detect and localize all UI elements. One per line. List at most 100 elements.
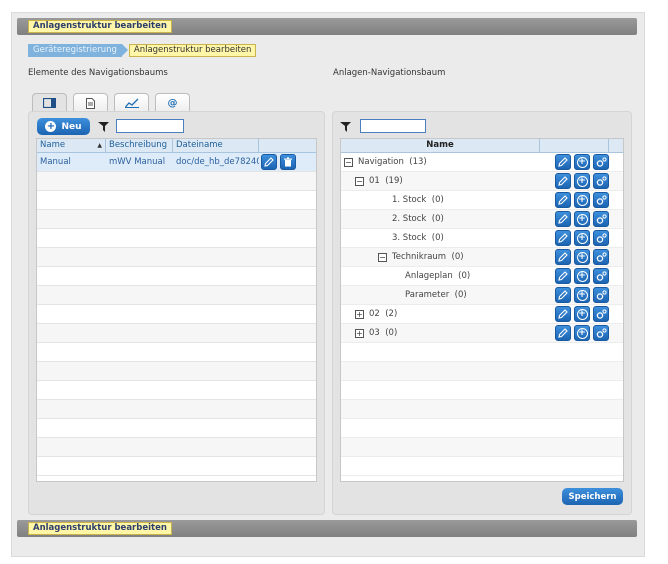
tree-node-actions: +: [555, 268, 609, 284]
table-header: Name ▲ Beschreibung Dateiname: [37, 139, 316, 153]
settings-icon[interactable]: [593, 325, 609, 341]
tree-node-actions: +: [555, 154, 609, 170]
add-icon[interactable]: +: [574, 173, 590, 189]
settings-icon[interactable]: [593, 154, 609, 170]
column-header-description[interactable]: Beschreibung: [106, 139, 173, 152]
tree-node-label: 02: [369, 309, 380, 319]
edit-icon[interactable]: [555, 249, 571, 265]
tab-document[interactable]: [73, 93, 108, 112]
empty-table-row: [37, 229, 316, 248]
empty-table-row: [37, 191, 316, 210]
footer-bar: Anlagenstruktur bearbeiten: [17, 520, 637, 537]
table-row[interactable]: Manual mWV Manual doc/de_hb_de782402: [37, 153, 316, 172]
plus-icon: +: [45, 121, 57, 132]
breadcrumb-item-registration[interactable]: Geräteregistrierung: [28, 44, 128, 57]
tree-node-label: 01: [369, 176, 380, 186]
edit-icon[interactable]: [555, 268, 571, 284]
settings-icon[interactable]: [593, 249, 609, 265]
elements-table: Name ▲ Beschreibung Dateiname Manual mWV …: [36, 138, 317, 482]
tree-node-actions: +: [555, 192, 609, 208]
empty-table-row: [37, 267, 316, 286]
tree-node[interactable]: Parameter (0) +: [341, 286, 623, 305]
sort-asc-icon: ▲: [97, 142, 102, 149]
edit-icon[interactable]: [555, 154, 571, 170]
tree-node-actions: +: [555, 230, 609, 246]
column-header-filename[interactable]: Dateiname: [173, 139, 259, 152]
save-button[interactable]: Speichern: [562, 488, 623, 505]
filter-icon[interactable]: [98, 121, 110, 133]
page-title: Anlagenstruktur bearbeiten: [28, 20, 172, 33]
column-header-tree-actions: [540, 139, 609, 152]
document-icon: [86, 97, 95, 109]
edit-icon[interactable]: [555, 192, 571, 208]
left-filter-input[interactable]: [116, 119, 184, 133]
new-button[interactable]: + Neu: [37, 118, 90, 135]
settings-icon[interactable]: [593, 268, 609, 284]
tree-node-label: 03: [369, 328, 380, 338]
edit-icon[interactable]: [261, 154, 277, 170]
edit-icon[interactable]: [555, 211, 571, 227]
add-icon[interactable]: +: [574, 306, 590, 322]
tree-node-actions: +: [555, 211, 609, 227]
settings-icon[interactable]: [593, 173, 609, 189]
add-icon[interactable]: +: [574, 192, 590, 208]
empty-table-row: [37, 324, 316, 343]
collapse-icon[interactable]: −: [344, 157, 353, 167]
column-header-tree-name[interactable]: Name: [341, 139, 540, 152]
tree-node[interactable]: +03 (0) +: [341, 324, 623, 343]
collapse-icon[interactable]: −: [378, 252, 387, 262]
tree-node-label: Technikraum: [392, 252, 447, 262]
add-icon[interactable]: +: [574, 249, 590, 265]
add-icon[interactable]: +: [574, 287, 590, 303]
add-icon[interactable]: +: [574, 230, 590, 246]
edit-icon[interactable]: [555, 287, 571, 303]
tree-node-count: (13): [409, 157, 427, 167]
tree-node-count: (0): [385, 328, 398, 338]
empty-table-row: [37, 286, 316, 305]
add-icon[interactable]: +: [574, 211, 590, 227]
settings-icon[interactable]: [593, 287, 609, 303]
empty-table-row: [37, 457, 316, 476]
cell-name: Manual: [40, 157, 71, 167]
tree-node[interactable]: 1. Stock (0) +: [341, 191, 623, 210]
settings-icon[interactable]: [593, 211, 609, 227]
add-icon[interactable]: +: [574, 154, 590, 170]
empty-table-row: [37, 248, 316, 267]
tree-node-count: (0): [451, 252, 464, 262]
settings-icon[interactable]: [593, 306, 609, 322]
edit-icon[interactable]: [555, 173, 571, 189]
tree-node[interactable]: − Navigation (13) +: [341, 153, 623, 172]
tree-node[interactable]: −01 (19) +: [341, 172, 623, 191]
expand-icon[interactable]: +: [355, 309, 364, 319]
tab-panel[interactable]: [32, 93, 67, 112]
filter-icon[interactable]: [340, 121, 352, 133]
expand-icon[interactable]: +: [355, 328, 364, 338]
tree-node-actions: +: [555, 173, 609, 189]
tree-node[interactable]: 2. Stock (0) +: [341, 210, 623, 229]
tree-node-count: (2): [385, 309, 398, 319]
tree-node[interactable]: − Technikraum (0) +: [341, 248, 623, 267]
empty-table-row: [37, 305, 316, 324]
empty-table-row: [37, 419, 316, 438]
tree-node-count: (0): [431, 233, 444, 243]
settings-icon[interactable]: [593, 192, 609, 208]
tree-node-actions: +: [555, 306, 609, 322]
collapse-icon[interactable]: −: [355, 176, 364, 186]
delete-icon[interactable]: [280, 154, 296, 170]
tab-chart[interactable]: [114, 93, 149, 112]
tree-node[interactable]: Anlageplan (0) +: [341, 267, 623, 286]
tree-node-actions: +: [555, 249, 609, 265]
settings-icon[interactable]: [593, 230, 609, 246]
edit-icon[interactable]: [555, 230, 571, 246]
edit-icon[interactable]: [555, 325, 571, 341]
add-icon[interactable]: +: [574, 268, 590, 284]
tab-contact[interactable]: @: [155, 93, 190, 112]
tree-node[interactable]: 3. Stock (0) +: [341, 229, 623, 248]
column-header-name[interactable]: Name ▲: [37, 139, 106, 152]
tree-node-actions: +: [555, 325, 609, 341]
add-icon[interactable]: +: [574, 325, 590, 341]
tree-header: Name: [341, 139, 623, 153]
tree-filter-input[interactable]: [360, 119, 426, 133]
tree-node[interactable]: +02 (2) +: [341, 305, 623, 324]
edit-icon[interactable]: [555, 306, 571, 322]
